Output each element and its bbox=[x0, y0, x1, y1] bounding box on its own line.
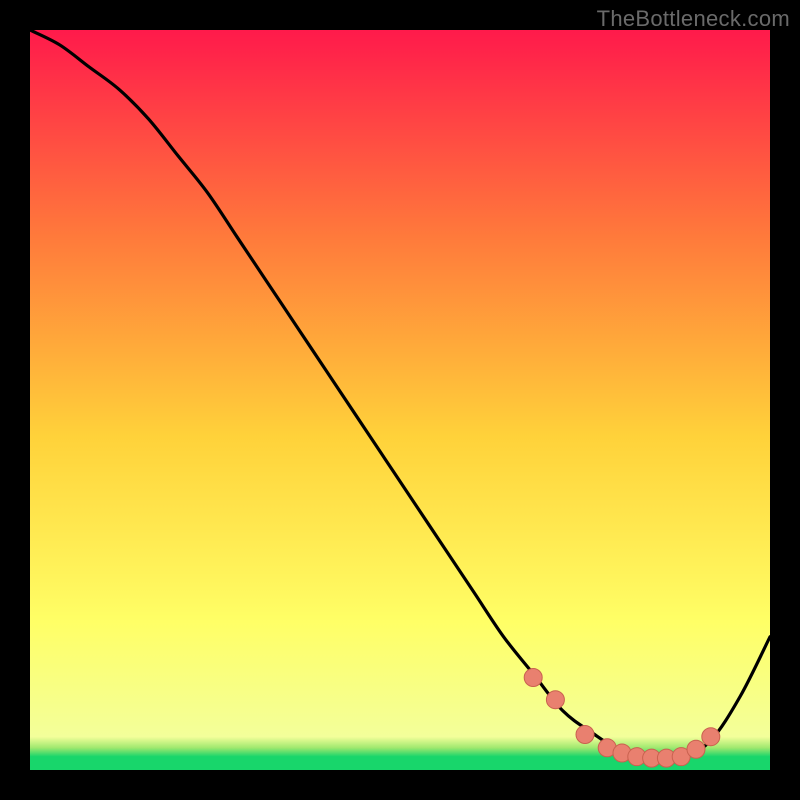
gradient-background bbox=[30, 30, 770, 770]
highlight-marker bbox=[687, 740, 705, 758]
plot-area bbox=[30, 30, 770, 770]
chart-stage: TheBottleneck.com bbox=[0, 0, 800, 800]
watermark-text: TheBottleneck.com bbox=[597, 6, 790, 32]
highlight-marker bbox=[576, 725, 594, 743]
plot-svg bbox=[30, 30, 770, 770]
highlight-marker bbox=[524, 669, 542, 687]
highlight-marker bbox=[702, 728, 720, 746]
highlight-marker bbox=[546, 691, 564, 709]
